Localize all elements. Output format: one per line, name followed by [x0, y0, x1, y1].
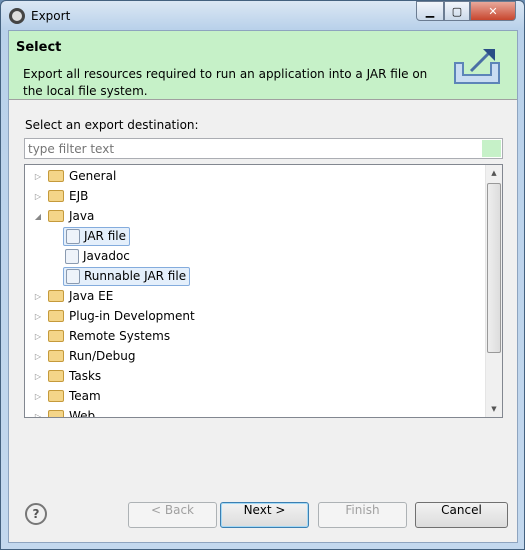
- folder-icon: [48, 290, 64, 302]
- tree-item-label: Remote Systems: [69, 329, 171, 343]
- tree-item[interactable]: ▷ General: [33, 166, 116, 186]
- tree-item-label: Java: [69, 209, 95, 223]
- page-description: Export all resources required to run an …: [23, 67, 428, 98]
- expand-arrow-icon[interactable]: ▷: [33, 332, 43, 341]
- filter-input[interactable]: [24, 138, 503, 159]
- scroll-thumb[interactable]: [487, 183, 501, 353]
- tree-leaf[interactable]: JAR file: [63, 226, 130, 246]
- tree-item-label: JAR file: [84, 229, 126, 243]
- tree-item[interactable]: JAR file: [63, 226, 130, 246]
- tree-item-label: Team: [69, 389, 101, 403]
- tree-item-label: Web: [69, 409, 96, 418]
- folder-icon: [48, 310, 64, 322]
- clear-filter-button[interactable]: [482, 140, 501, 157]
- folder-icon: [48, 370, 64, 382]
- expand-arrow-icon[interactable]: ▷: [33, 412, 43, 418]
- wizard-header: Select Export all resources required to …: [9, 31, 517, 100]
- finish-button[interactable]: Finish: [318, 502, 407, 528]
- expand-arrow-icon[interactable]: ▷: [33, 392, 43, 401]
- tree-item-label: Javadoc: [83, 249, 130, 263]
- back-button[interactable]: < Back: [128, 502, 217, 528]
- tree-item[interactable]: ▷ Web: [33, 406, 96, 418]
- page-title: Select: [16, 40, 62, 55]
- tree-item[interactable]: Runnable JAR file: [63, 266, 191, 286]
- tree-item[interactable]: ▷ Tasks: [33, 366, 101, 386]
- expand-arrow-icon[interactable]: ▷: [33, 292, 43, 301]
- jar-icon: [66, 228, 80, 244]
- tree-item[interactable]: ◢ Java: [33, 206, 94, 226]
- tree-item[interactable]: ▷ Java EE: [33, 286, 113, 306]
- eclipse-icon: [9, 8, 25, 24]
- tree-item-label: Plug-in Development: [69, 309, 195, 323]
- tree-scrollbar[interactable]: ▲ ▼: [485, 165, 502, 417]
- folder-icon: [48, 350, 64, 362]
- window-title: Export: [31, 9, 71, 23]
- scroll-down-arrow-icon[interactable]: ▼: [486, 405, 502, 413]
- folder-icon: [48, 190, 64, 202]
- title-bar: Export: [9, 7, 70, 25]
- tree-leaf[interactable]: Runnable JAR file: [63, 266, 191, 286]
- folder-icon: [48, 410, 64, 417]
- export-tree: ▷ Web ▷ Team ▷ Tasks ▷ Run/Debug ▷ Remote Systems…: [24, 164, 503, 418]
- folder-icon: [48, 210, 64, 222]
- tree-item[interactable]: ▷ Run/Debug: [33, 346, 136, 366]
- export-dialog: Export ▁ ▢ ✕ Select Export all resources…: [0, 0, 525, 550]
- tree-leaf[interactable]: Javadoc: [63, 248, 133, 265]
- maximize-button[interactable]: ▢: [444, 1, 470, 21]
- close-button[interactable]: ✕: [470, 1, 516, 21]
- tree-item-label: Runnable JAR file: [84, 269, 187, 283]
- expand-arrow-icon[interactable]: ▷: [33, 172, 43, 181]
- tree-item[interactable]: ▷ Plug-in Development: [33, 306, 195, 326]
- expand-arrow-icon[interactable]: ▷: [33, 192, 43, 201]
- tree-item-label: Tasks: [69, 369, 102, 383]
- tree-item[interactable]: Javadoc: [63, 246, 133, 266]
- folder-icon: [48, 390, 64, 402]
- help-button[interactable]: ?: [25, 503, 47, 525]
- expand-arrow-icon[interactable]: ▷: [33, 312, 43, 321]
- export-icon: [454, 49, 500, 84]
- expand-arrow-icon[interactable]: ▷: [33, 372, 43, 381]
- scroll-up-arrow-icon[interactable]: ▲: [486, 169, 502, 177]
- runnable-jar-icon: [66, 268, 80, 284]
- tree-item-label: Java EE: [69, 289, 114, 303]
- tree-item-label: Run/Debug: [69, 349, 136, 363]
- tree-item-label: EJB: [69, 189, 89, 203]
- next-button[interactable]: Next >: [220, 502, 309, 528]
- folder-icon: [48, 330, 64, 342]
- tree-item-label: General: [69, 169, 117, 183]
- destination-label: Select an export destination:: [25, 118, 199, 132]
- minimize-button[interactable]: ▁: [416, 1, 444, 21]
- tree-item[interactable]: ▷ EJB: [33, 186, 88, 206]
- tree-item[interactable]: ▷ Team: [33, 386, 101, 406]
- expand-arrow-icon[interactable]: ▷: [33, 352, 43, 361]
- collapse-arrow-icon[interactable]: ◢: [33, 212, 43, 221]
- javadoc-icon: [65, 248, 79, 264]
- folder-icon: [48, 170, 64, 182]
- tree-item[interactable]: ▷ Remote Systems: [33, 326, 170, 346]
- cancel-button[interactable]: Cancel: [415, 502, 508, 528]
